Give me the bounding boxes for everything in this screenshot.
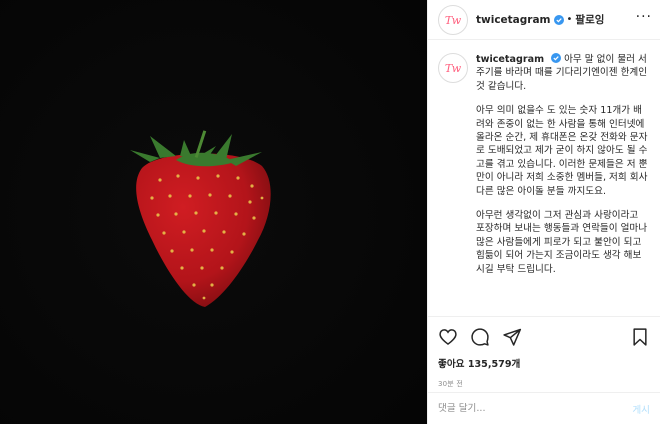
twice-logo-icon: Tw bbox=[445, 14, 462, 27]
comment-icon[interactable] bbox=[470, 327, 490, 347]
caption-text: twicetagram 아무 말 없이 물러 서 주기를 바라며 때를 기다리기엔… bbox=[476, 53, 650, 316]
caption-paragraph-3: 아무런 생각없이 그저 관심과 사랑이라고 포장하며 보내는 행동들과 연락들이… bbox=[476, 210, 648, 275]
post-side-panel: Tw twicetagram • 팔로잉 ··· Tw twicetagram 아… bbox=[427, 0, 660, 424]
twice-logo-icon: Tw bbox=[445, 62, 462, 75]
separator-dot: • bbox=[566, 14, 573, 25]
following-button[interactable]: 팔로잉 bbox=[575, 12, 604, 27]
verified-badge-icon bbox=[551, 53, 562, 63]
post-header: Tw twicetagram • 팔로잉 ··· bbox=[428, 0, 660, 40]
strawberry-photo bbox=[0, 0, 427, 424]
comment-box: 게시 bbox=[428, 392, 660, 424]
likes-count[interactable]: 좋아요 135,579개 bbox=[438, 356, 650, 370]
avatar[interactable]: Tw bbox=[438, 4, 468, 35]
caption-avatar[interactable]: Tw bbox=[438, 53, 468, 83]
svg-text:Tw: Tw bbox=[445, 14, 462, 27]
svg-text:Tw: Tw bbox=[445, 62, 462, 75]
post-image[interactable] bbox=[0, 0, 427, 424]
post-dialog: Tw twicetagram • 팔로잉 ··· Tw twicetagram 아… bbox=[0, 0, 660, 424]
post-actions: 좋아요 135,579개 30분 전 bbox=[428, 316, 660, 389]
comment-input[interactable] bbox=[438, 403, 633, 414]
more-options-icon[interactable]: ··· bbox=[636, 10, 652, 24]
post-timestamp[interactable]: 30분 전 bbox=[438, 379, 650, 389]
caption-paragraph-2: 아무 의미 없을수 도 있는 숫자 11개가 배려와 존중이 없는 한 사람을 … bbox=[476, 105, 648, 197]
caption-username[interactable]: twicetagram bbox=[476, 54, 544, 65]
verified-badge-icon bbox=[553, 14, 564, 25]
bookmark-icon[interactable] bbox=[630, 327, 650, 347]
post-comment-button[interactable]: 게시 bbox=[632, 402, 650, 416]
post-caption: Tw twicetagram 아무 말 없이 물러 서 주기를 바라며 때를 기다… bbox=[428, 41, 660, 316]
caption-paragraph: twicetagram 아무 말 없이 물러 서 주기를 바라며 때를 기다리기엔… bbox=[476, 53, 650, 93]
post-username[interactable]: twicetagram bbox=[476, 14, 551, 26]
heart-icon[interactable] bbox=[438, 327, 458, 347]
action-icons bbox=[438, 326, 650, 348]
share-icon[interactable] bbox=[502, 327, 522, 347]
